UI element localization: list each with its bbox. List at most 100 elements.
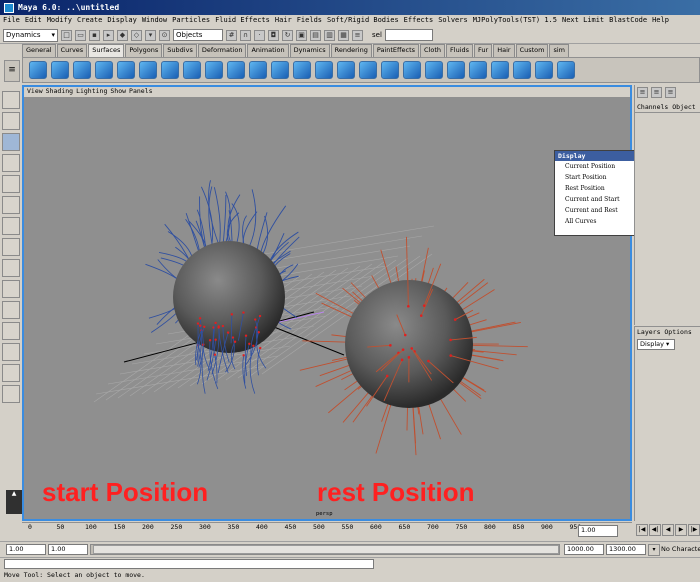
shelf-tab[interactable]: Curves <box>56 44 88 57</box>
snap-plane-icon[interactable]: ◘ <box>268 29 279 41</box>
attribute-icon[interactable]: ≡ <box>665 87 676 98</box>
shelf-tab[interactable]: Fur <box>474 44 493 57</box>
panel-menu-item[interactable]: Panels <box>129 87 152 97</box>
shelf-tab[interactable]: Animation <box>247 44 289 57</box>
new-scene-icon[interactable]: □ <box>61 29 72 41</box>
shelf-tool-icon[interactable] <box>73 61 91 79</box>
character-set-icon[interactable]: ▾ <box>648 544 660 556</box>
menu-item[interactable]: Display <box>107 16 137 26</box>
shelf-tab[interactable]: Fluids <box>446 44 474 57</box>
menu-item[interactable]: Hair <box>275 16 292 26</box>
shelf-tool-icon[interactable] <box>557 61 575 79</box>
shelf-tab[interactable]: Deformation <box>197 44 247 57</box>
shelf-tool-icon[interactable] <box>161 61 179 79</box>
panel-menu-item[interactable]: Show <box>110 87 126 97</box>
shelf-tab[interactable]: Dynamics <box>289 44 330 57</box>
outliner-layout-icon[interactable] <box>2 322 20 340</box>
shelf-tab[interactable]: Subdivs <box>163 44 197 57</box>
range-slider[interactable] <box>90 544 560 555</box>
menu-item[interactable]: Effects <box>404 16 434 26</box>
panel-menu-item[interactable]: Shading <box>46 87 73 97</box>
shelf-tool-icon[interactable] <box>535 61 553 79</box>
shelf-tool-icon[interactable] <box>315 61 333 79</box>
shelf-tab[interactable]: Cloth <box>420 44 446 57</box>
mask-icon[interactable]: ▾ <box>145 29 156 41</box>
start-field[interactable]: 1.00 <box>48 544 88 555</box>
snap-grid-icon[interactable]: # <box>226 29 237 41</box>
layer-type-dropdown[interactable]: Display ▾ <box>637 339 675 350</box>
open-scene-icon[interactable]: ▭ <box>75 29 86 41</box>
shelf-tool-icon[interactable] <box>139 61 157 79</box>
shelf-tool-icon[interactable] <box>469 61 487 79</box>
current-frame-field[interactable]: 1.00 <box>578 525 618 537</box>
menu-item[interactable]: Window <box>142 16 167 26</box>
sphere-start[interactable] <box>173 241 285 353</box>
shelf-tab[interactable]: Hair <box>493 44 515 57</box>
shelf-tool-icon[interactable] <box>447 61 465 79</box>
scale-tool-icon[interactable] <box>2 175 20 193</box>
graph-layout-icon[interactable] <box>2 343 20 361</box>
rotate-tool-icon[interactable] <box>2 154 20 172</box>
save-scene-icon[interactable]: ▪ <box>89 29 100 41</box>
render-globals-icon[interactable]: ▥ <box>324 29 335 41</box>
play-back-icon[interactable]: ◀ <box>662 524 674 536</box>
select-object-icon[interactable]: ◆ <box>117 29 128 41</box>
two-pane-layout-icon[interactable] <box>2 301 20 319</box>
lasso-tool-icon[interactable] <box>2 112 20 130</box>
attribute-editor-icon[interactable]: ≡ <box>352 29 363 41</box>
shelf-tool-icon[interactable] <box>95 61 113 79</box>
last-tool-icon[interactable] <box>2 238 20 256</box>
history-icon[interactable]: ↻ <box>282 29 293 41</box>
menu-item[interactable]: Modify <box>47 16 72 26</box>
render-icon[interactable]: ▣ <box>296 29 307 41</box>
end-max-field[interactable]: 1300.00 <box>606 544 646 555</box>
select-component-icon[interactable]: ◇ <box>131 29 142 41</box>
menu-item[interactable]: Create <box>77 16 102 26</box>
panel-menu-item[interactable]: Lighting <box>76 87 107 97</box>
menu-set-dropdown[interactable]: Dynamics ▾ <box>3 28 58 42</box>
shelf-tab[interactable]: General <box>22 44 56 57</box>
time-slider[interactable]: 0 50 100 150 200 250 300 350 400 450 500 550 600 650 7… <box>22 522 632 540</box>
layer-editor-icon[interactable]: ≡ <box>651 87 662 98</box>
single-pane-layout-icon[interactable] <box>2 259 20 277</box>
shelf-tool-icon[interactable] <box>183 61 201 79</box>
shelf-tool-icon[interactable] <box>513 61 531 79</box>
shelf-tool-icon[interactable] <box>337 61 355 79</box>
shelf-tab[interactable]: PaintEffects <box>372 44 420 57</box>
ipr-icon[interactable]: ▤ <box>310 29 321 41</box>
step-back-icon[interactable]: ◀| <box>649 524 661 536</box>
shelf-tool-icon[interactable] <box>117 61 135 79</box>
channel-box-icon[interactable]: ≡ <box>637 87 648 98</box>
select-tool-icon[interactable] <box>2 91 20 109</box>
sphere-rest[interactable] <box>345 280 473 408</box>
script-layout-icon[interactable] <box>2 385 20 403</box>
shelf-tool-icon[interactable] <box>227 61 245 79</box>
objects-field[interactable]: Objects <box>173 29 223 41</box>
menu-item[interactable]: BlastCode <box>609 16 647 26</box>
command-input[interactable] <box>4 559 374 569</box>
shelf-menu-icon[interactable]: ≡ <box>4 60 20 82</box>
shelf-tool-icon[interactable] <box>205 61 223 79</box>
end-field[interactable]: 1000.00 <box>564 544 604 555</box>
shelf-tool-icon[interactable] <box>51 61 69 79</box>
shelf-tool-icon[interactable] <box>381 61 399 79</box>
menu-item[interactable]: Fluid Effects <box>215 16 270 26</box>
show-hide-icon[interactable]: ▦ <box>338 29 349 41</box>
step-forward-icon[interactable]: |▶ <box>688 524 700 536</box>
shelf-tool-icon[interactable] <box>29 61 47 79</box>
manipulator-icon[interactable] <box>2 196 20 214</box>
hypershade-layout-icon[interactable] <box>2 364 20 382</box>
shelf-tool-icon[interactable] <box>271 61 289 79</box>
shelf-tab[interactable]: Rendering <box>330 44 372 57</box>
four-pane-layout-icon[interactable] <box>2 280 20 298</box>
shelf-tab[interactable]: sim <box>549 44 569 57</box>
snap-point-icon[interactable]: · <box>254 29 265 41</box>
menu-item[interactable]: Next Limit <box>562 16 604 26</box>
move-tool-icon[interactable] <box>2 133 20 151</box>
shelf-tab[interactable]: Surfaces <box>88 44 125 57</box>
play-forward-icon[interactable]: ▶ <box>675 524 687 536</box>
menu-item[interactable]: Help <box>652 16 669 26</box>
shelf-tab[interactable]: Custom <box>515 44 549 57</box>
shelf-tool-icon[interactable] <box>425 61 443 79</box>
shelf-tool-icon[interactable] <box>403 61 421 79</box>
